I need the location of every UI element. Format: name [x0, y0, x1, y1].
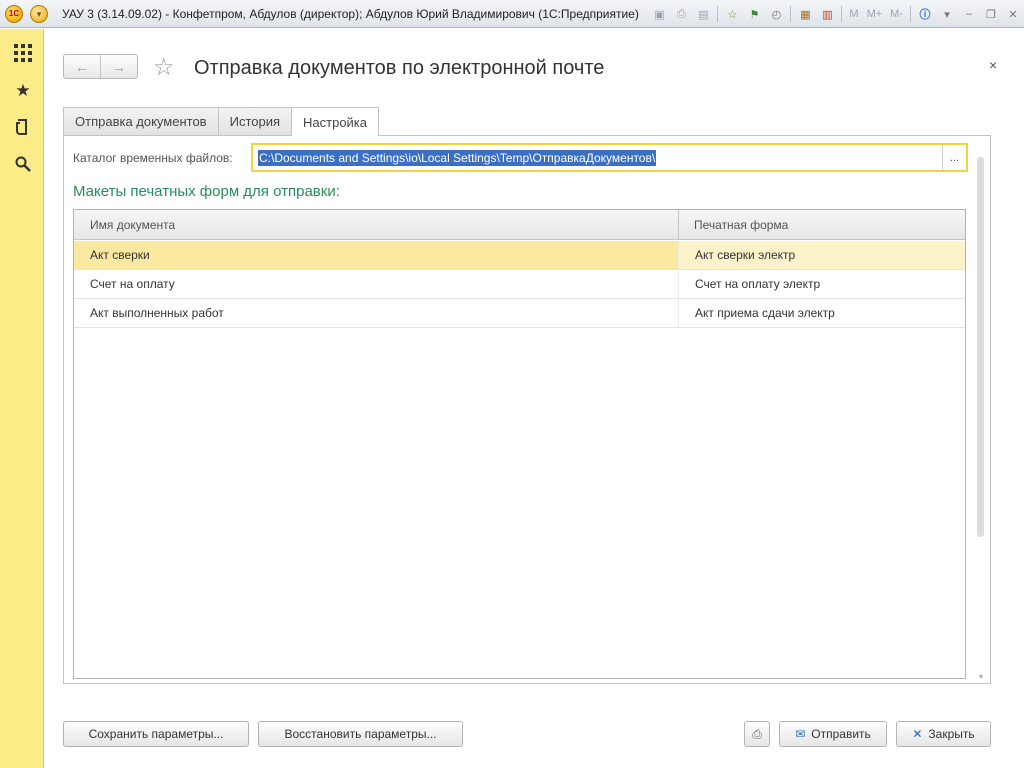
print-form-cell[interactable]: Акт сверки электр: [678, 241, 965, 269]
close-form-button[interactable]: ×: [989, 57, 997, 73]
toolbar-divider: [910, 6, 911, 22]
column-header-document[interactable]: Имя документа: [74, 210, 175, 240]
memory-plus-button[interactable]: M+: [867, 8, 883, 20]
memory-minus-button[interactable]: M-: [890, 8, 903, 20]
section-title: Макеты печатных форм для отправки:: [73, 183, 340, 200]
print-icon[interactable]: ⎙: [672, 5, 690, 23]
send-button[interactable]: ✉ Отправить: [779, 721, 887, 747]
print-form-cell[interactable]: Счет на оплату электр: [678, 270, 965, 298]
scrollbar-thumb[interactable]: [977, 157, 984, 537]
panel-scrollbar[interactable]: ▼: [976, 155, 986, 685]
document-name-cell[interactable]: Акт выполненных работ: [74, 299, 678, 327]
app-title: УАУ 3 (3.14.09.02) - Конфетпром, Абдулов…: [62, 7, 639, 21]
table-header: Имя документа Печатная форма: [74, 210, 965, 240]
window-titlebar: 1С ▾ УАУ 3 (3.14.09.02) - Конфетпром, Аб…: [0, 0, 1024, 28]
history-icon[interactable]: [13, 117, 33, 137]
history-icon[interactable]: ◴: [767, 5, 785, 23]
save-parameters-button[interactable]: Сохранить параметры...: [63, 721, 249, 747]
settings-panel: Каталог временных файлов: C:\Documents a…: [63, 135, 991, 684]
tab-settings[interactable]: Настройка: [291, 107, 380, 136]
toolbar-divider: [841, 6, 843, 22]
help-dropdown-icon[interactable]: ▾: [938, 5, 956, 23]
catalog-path-value[interactable]: C:\Documents and Settings\io\Local Setti…: [258, 150, 657, 166]
restore-parameters-button[interactable]: Восстановить параметры...: [258, 721, 463, 747]
print-form-cell[interactable]: Акт приема сдачи электр: [678, 299, 965, 327]
catalog-label: Каталог временных файлов:: [73, 151, 233, 165]
page-title: Отправка документов по электронной почте: [194, 57, 605, 79]
add-to-favorites-star-icon[interactable]: ☆: [153, 53, 175, 82]
preview-icon[interactable]: ▤: [694, 5, 712, 23]
app-logo-icon: 1С: [5, 5, 23, 23]
envelope-icon: ✉: [795, 727, 806, 741]
minimize-icon[interactable]: –: [960, 5, 978, 23]
titlebar-toolbar: ▣ ⎙ ▤ ☆ ⚑ ◴ ▦ ▥ M M+ M- ⓘ ▾ – ❐ ✕: [648, 4, 1024, 24]
table-row[interactable]: Акт выполненных работ Акт приема сдачи э…: [74, 299, 965, 328]
add-favorite-icon[interactable]: ☆: [723, 5, 741, 23]
back-button[interactable]: ←: [64, 55, 100, 78]
memory-m-button[interactable]: M: [849, 8, 858, 20]
main-area: ← → ☆ Отправка документов по электронной…: [45, 29, 1024, 768]
print-button[interactable]: ⎙: [744, 721, 770, 747]
tab-history[interactable]: История: [217, 107, 293, 135]
tab-bar: Отправка документов История Настройка: [63, 107, 380, 136]
search-icon[interactable]: [13, 154, 33, 174]
table-row[interactable]: Акт сверки Акт сверки электр: [74, 241, 965, 270]
printer-icon: ⎙: [752, 726, 762, 741]
document-name-cell[interactable]: Счет на оплату: [74, 270, 678, 298]
restore-icon[interactable]: ❐: [982, 5, 1000, 23]
print-forms-table: Имя документа Печатная форма Акт сверки …: [73, 209, 966, 679]
toolbar-divider: [717, 6, 719, 22]
catalog-browse-button[interactable]: ...: [942, 145, 966, 170]
history-navigation: ← →: [63, 54, 138, 79]
link-icon[interactable]: ⚑: [745, 5, 763, 23]
send-label: Отправить: [811, 727, 871, 741]
close-button[interactable]: ✕ Закрыть: [896, 721, 991, 747]
tab-send-documents[interactable]: Отправка документов: [63, 107, 219, 135]
toolbar-divider: [790, 6, 792, 22]
save-icon[interactable]: ▣: [650, 5, 668, 23]
scroll-down-arrow-icon[interactable]: ▼: [976, 674, 986, 681]
restore-parameters-label: Восстановить параметры...: [284, 727, 437, 741]
forward-button[interactable]: →: [100, 55, 137, 78]
close-icon: ✕: [912, 727, 923, 741]
sidebar: ★: [0, 29, 44, 768]
catalog-path-input[interactable]: C:\Documents and Settings\io\Local Setti…: [251, 143, 968, 172]
column-header-print-form[interactable]: Печатная форма: [678, 210, 788, 240]
close-label: Закрыть: [928, 727, 975, 741]
document-name-cell[interactable]: Акт сверки: [74, 241, 678, 269]
close-window-icon[interactable]: ✕: [1004, 5, 1022, 23]
main-menu-button[interactable]: ▾: [30, 5, 48, 23]
apps-grid-icon[interactable]: [13, 43, 33, 63]
save-parameters-label: Сохранить параметры...: [88, 727, 224, 741]
favorites-star-icon[interactable]: ★: [13, 81, 33, 101]
table-row[interactable]: Счет на оплату Счет на оплату электр: [74, 270, 965, 299]
calculator-icon[interactable]: ▦: [796, 5, 814, 23]
calendar-icon[interactable]: ▥: [818, 5, 836, 23]
info-icon[interactable]: ⓘ: [916, 5, 934, 23]
